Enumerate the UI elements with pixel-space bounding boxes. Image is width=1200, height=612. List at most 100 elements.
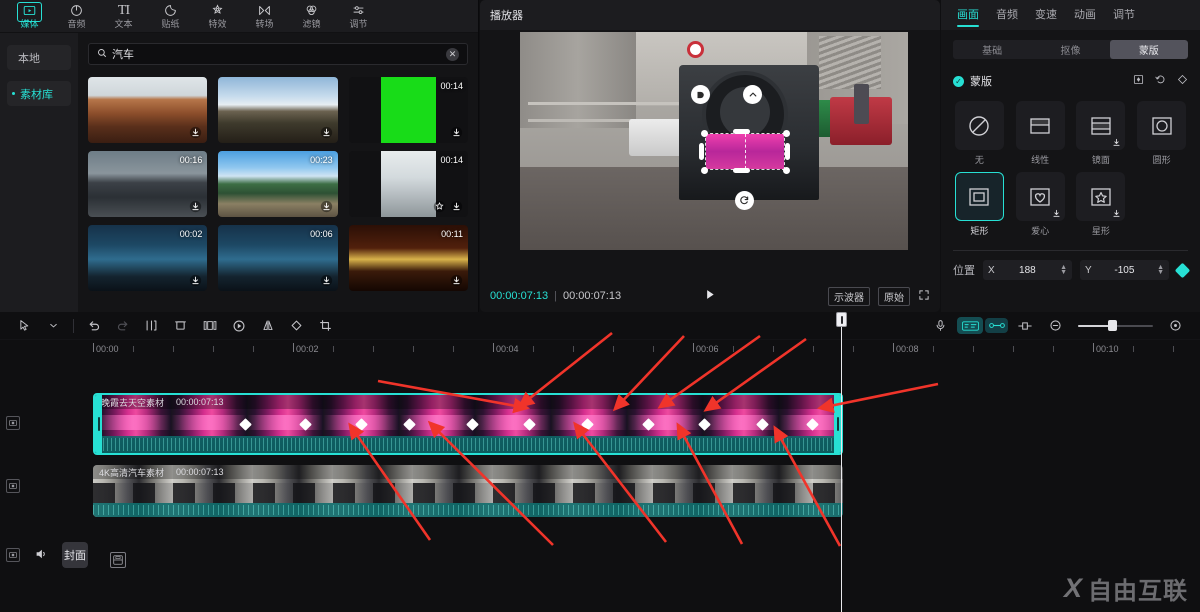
video-preview[interactable] bbox=[520, 32, 908, 250]
mask-corner-tl[interactable] bbox=[701, 130, 708, 137]
position-x-stepper[interactable]: X 188 ▲▼ bbox=[983, 260, 1072, 280]
flip-icon[interactable] bbox=[253, 314, 282, 338]
media-thumbnail[interactable] bbox=[88, 77, 207, 143]
favorite-icon[interactable] bbox=[433, 200, 446, 213]
diamond-keyframe-icon[interactable] bbox=[1175, 262, 1191, 278]
mirror-clip-icon[interactable] bbox=[195, 314, 224, 338]
nav-tab-media[interactable]: 媒体 bbox=[6, 0, 53, 33]
speed-icon[interactable] bbox=[224, 314, 253, 338]
mask-selection-box[interactable] bbox=[706, 134, 784, 169]
tab-animation[interactable]: 动画 bbox=[1074, 6, 1096, 25]
media-thumbnail[interactable]: 00:11 bbox=[349, 225, 468, 291]
fullscreen-icon[interactable] bbox=[918, 289, 930, 304]
auto-caption-icon[interactable] bbox=[957, 317, 983, 334]
mask-handle-top[interactable] bbox=[733, 129, 750, 134]
mask-option-linear[interactable]: 线性 bbox=[1014, 101, 1067, 166]
nav-tab-audio[interactable]: 音频 bbox=[53, 0, 100, 33]
sidebar-item-library[interactable]: 素材库 bbox=[7, 81, 71, 106]
keyframe-icon[interactable] bbox=[1133, 74, 1144, 88]
tab-audio[interactable]: 音频 bbox=[996, 6, 1018, 25]
mask-option-star[interactable]: 星形 bbox=[1075, 172, 1128, 237]
nav-tab-text[interactable]: TI 文本 bbox=[100, 0, 147, 33]
reset-icon[interactable] bbox=[1155, 74, 1166, 88]
download-icon[interactable] bbox=[1112, 138, 1121, 147]
timeline-clip-cars[interactable]: 4K高清汽车素材 00:00:07:13 bbox=[93, 465, 843, 517]
scope-button[interactable]: 示波器 bbox=[828, 287, 870, 306]
track-3-toggle-icon[interactable] bbox=[6, 548, 20, 562]
download-icon[interactable] bbox=[320, 200, 333, 213]
media-thumbnail[interactable]: 00:23 bbox=[218, 151, 337, 217]
y-spinner-icon[interactable]: ▲▼ bbox=[1157, 265, 1164, 275]
split-marker-icon[interactable] bbox=[1010, 314, 1039, 338]
subtab-chromakey[interactable]: 抠像 bbox=[1031, 40, 1109, 59]
download-icon[interactable] bbox=[320, 274, 333, 287]
media-thumbnail[interactable]: 00:02 bbox=[88, 225, 207, 291]
download-icon[interactable] bbox=[1112, 209, 1121, 218]
media-thumbnail[interactable]: 00:16 bbox=[88, 151, 207, 217]
diamond-icon[interactable] bbox=[1177, 74, 1188, 88]
download-icon[interactable] bbox=[189, 274, 202, 287]
subtab-mask[interactable]: 蒙版 bbox=[1110, 40, 1188, 59]
nav-tab-sticker[interactable]: 贴纸 bbox=[147, 0, 194, 33]
mask-handle-bottom[interactable] bbox=[733, 168, 750, 173]
y-value[interactable]: -105 bbox=[1098, 265, 1151, 276]
original-button[interactable]: 原始 bbox=[878, 287, 910, 306]
timeline-ruler[interactable]: 00:0000:0200:0400:0600:0800:10 bbox=[0, 340, 1200, 360]
track-2-toggle-icon[interactable] bbox=[6, 479, 20, 493]
play-icon[interactable] bbox=[704, 288, 717, 304]
keyframe-icon[interactable] bbox=[282, 314, 311, 338]
tab-speed[interactable]: 变速 bbox=[1035, 6, 1057, 25]
mask-option-none[interactable]: 无 bbox=[953, 101, 1006, 166]
media-thumbnail[interactable]: 00:14 bbox=[349, 151, 468, 217]
nav-tab-effects[interactable]: 特效 bbox=[194, 0, 241, 33]
subtab-basic[interactable]: 基础 bbox=[953, 40, 1031, 59]
mask-enable-checkbox[interactable]: ✓ bbox=[953, 76, 964, 87]
timeline-playhead[interactable] bbox=[841, 312, 842, 612]
cover-button[interactable]: 封面 bbox=[62, 542, 88, 568]
nav-tab-transition[interactable]: 转场 bbox=[241, 0, 288, 33]
auto-cut-icon[interactable] bbox=[985, 318, 1008, 333]
download-icon[interactable] bbox=[320, 126, 333, 139]
mask-option-circle[interactable]: 圆形 bbox=[1135, 101, 1188, 166]
mask-corner-bl[interactable] bbox=[701, 167, 708, 174]
playhead-handle[interactable] bbox=[836, 312, 847, 327]
zoom-in-icon[interactable] bbox=[1161, 314, 1190, 338]
mask-option-mirror[interactable]: 镜面 bbox=[1075, 101, 1128, 166]
nav-tab-adjust[interactable]: 调节 bbox=[335, 0, 382, 33]
clip-trim-right[interactable] bbox=[834, 395, 841, 453]
close-icon[interactable]: ✕ bbox=[446, 48, 459, 61]
tab-adjust[interactable]: 调节 bbox=[1113, 6, 1135, 25]
search-input[interactable]: 汽车 bbox=[112, 46, 446, 62]
select-cursor-icon[interactable] bbox=[10, 314, 39, 338]
delete-icon[interactable] bbox=[166, 314, 195, 338]
search-bar[interactable]: 汽车 ✕ bbox=[88, 43, 468, 65]
download-icon[interactable] bbox=[189, 126, 202, 139]
media-thumbnail[interactable]: 00:06 bbox=[218, 225, 337, 291]
microphone-icon[interactable] bbox=[926, 314, 955, 338]
undo-icon[interactable] bbox=[79, 314, 108, 338]
redo-icon[interactable] bbox=[108, 314, 137, 338]
download-icon[interactable] bbox=[450, 200, 463, 213]
mask-feather-icon[interactable] bbox=[691, 85, 710, 104]
mask-handle-right[interactable] bbox=[785, 143, 790, 160]
zoom-slider[interactable] bbox=[1078, 319, 1153, 333]
x-spinner-icon[interactable]: ▲▼ bbox=[1060, 265, 1067, 275]
split-icon[interactable] bbox=[137, 314, 166, 338]
mask-handle-left[interactable] bbox=[699, 143, 704, 160]
media-thumbnail[interactable] bbox=[218, 77, 337, 143]
mask-option-heart[interactable]: 爱心 bbox=[1014, 172, 1067, 237]
nav-tab-filter[interactable]: 滤镜 bbox=[288, 0, 335, 33]
clip-trim-left[interactable] bbox=[95, 395, 102, 453]
save-icon[interactable] bbox=[110, 552, 126, 568]
x-value[interactable]: 188 bbox=[1001, 265, 1054, 276]
timeline-clip-sunset[interactable]: 晚霞去天空素材 00:00:07:13 bbox=[93, 393, 843, 455]
download-icon[interactable] bbox=[450, 126, 463, 139]
speaker-icon[interactable] bbox=[34, 547, 48, 564]
zoom-out-icon[interactable] bbox=[1041, 314, 1070, 338]
media-thumbnail[interactable]: 00:14 bbox=[349, 77, 468, 143]
crop-icon[interactable] bbox=[311, 314, 340, 338]
download-icon[interactable] bbox=[450, 274, 463, 287]
download-icon[interactable] bbox=[189, 200, 202, 213]
track-1-toggle-icon[interactable] bbox=[6, 416, 20, 430]
mask-option-rectangle[interactable]: 矩形 bbox=[953, 172, 1006, 237]
